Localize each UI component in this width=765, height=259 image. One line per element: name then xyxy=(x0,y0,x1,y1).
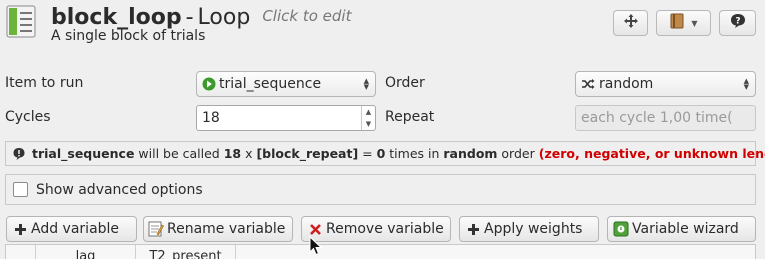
notebook-icon xyxy=(669,13,685,33)
loop-table[interactable]: lag T2_present xyxy=(5,244,756,259)
remove-variable-button[interactable]: Remove variable xyxy=(301,216,451,242)
summary-text: x xyxy=(241,146,257,161)
rename-variable-button[interactable]: Rename variable xyxy=(143,216,293,242)
item-to-run-label: Item to run xyxy=(5,75,84,91)
add-variable-button[interactable]: Add variable xyxy=(6,216,137,242)
advanced-options-toggle[interactable]: Show advanced options xyxy=(5,174,756,205)
advanced-options-checkbox[interactable] xyxy=(13,182,28,197)
item-name[interactable]: block_loop xyxy=(51,5,182,30)
help-button[interactable]: ? xyxy=(719,10,756,36)
sequence-item-icon xyxy=(202,77,216,91)
item-menu-button[interactable]: ▼ xyxy=(656,10,711,36)
item-to-run-value: trial_sequence xyxy=(219,76,322,92)
order-label: Order xyxy=(385,75,425,91)
summary-total: 0 xyxy=(376,146,386,161)
advanced-options-label: Show advanced options xyxy=(36,181,203,198)
summary-repeat-var: [block_repeat] xyxy=(256,146,359,161)
column-header[interactable]: T2_present xyxy=(136,245,236,259)
mouse-cursor-icon xyxy=(309,235,323,256)
rename-variable-label: Rename variable xyxy=(167,221,286,237)
item-description[interactable]: A single block of trials xyxy=(51,28,205,44)
select-arrows-icon: ▲ ▼ xyxy=(363,77,369,91)
item-to-run-select[interactable]: trial_sequence ▲ ▼ xyxy=(196,71,376,97)
help-icon: ? xyxy=(730,13,746,33)
summary-item: trial_sequence xyxy=(32,146,135,161)
summary-cycles: 18 xyxy=(223,146,242,161)
info-icon xyxy=(12,147,26,161)
move-icon xyxy=(623,13,639,33)
order-select[interactable]: random ▲ ▼ xyxy=(575,71,756,97)
select-arrows-icon: ▲ ▼ xyxy=(743,77,749,91)
move-button[interactable] xyxy=(613,10,648,36)
summary-warning: (zero, negative, or unknown length) xyxy=(538,146,765,161)
summary-text: times in xyxy=(385,146,444,161)
apply-weights-button[interactable]: Apply weights xyxy=(459,216,599,242)
remove-variable-label: Remove variable xyxy=(326,221,444,237)
plus-icon xyxy=(468,223,479,235)
repeat-value: each cycle 1,00 time( xyxy=(581,110,733,126)
edit-hint[interactable]: Click to edit xyxy=(262,7,351,25)
order-value: random xyxy=(599,76,654,92)
column-header[interactable]: lag xyxy=(36,245,136,259)
rename-icon xyxy=(148,221,164,237)
loop-item-icon xyxy=(6,5,36,38)
remove-icon xyxy=(310,223,321,235)
spin-arrows-icon[interactable]: ▲ ▼ xyxy=(361,106,375,130)
apply-weights-label: Apply weights xyxy=(484,221,583,237)
item-type: Loop xyxy=(197,5,251,30)
variable-wizard-label: Variable wizard xyxy=(632,221,739,237)
cycles-value: 18 xyxy=(202,110,220,126)
chevron-down-icon: ▼ xyxy=(691,18,698,28)
repeat-label: Repeat xyxy=(385,109,435,125)
summary-text: will be called xyxy=(134,146,224,161)
loop-summary-bar: trial_sequence will be called 18 x [bloc… xyxy=(5,141,765,166)
summary-text: order xyxy=(497,146,535,161)
cycles-spinbox[interactable]: 18 ▲ ▼ xyxy=(196,105,376,131)
summary-order: random xyxy=(443,146,498,161)
title-separator: - xyxy=(185,5,194,30)
row-header-corner xyxy=(6,245,36,259)
add-variable-label: Add variable xyxy=(31,221,120,237)
svg-text:?: ? xyxy=(735,17,740,27)
summary-text: = xyxy=(358,146,377,161)
cycles-label: Cycles xyxy=(5,109,51,125)
plus-icon xyxy=(15,223,26,235)
variable-wizard-button[interactable]: Variable wizard xyxy=(607,216,756,242)
wizard-icon xyxy=(613,221,629,237)
shuffle-icon xyxy=(581,78,595,90)
repeat-spinbox: each cycle 1,00 time( xyxy=(575,105,756,131)
